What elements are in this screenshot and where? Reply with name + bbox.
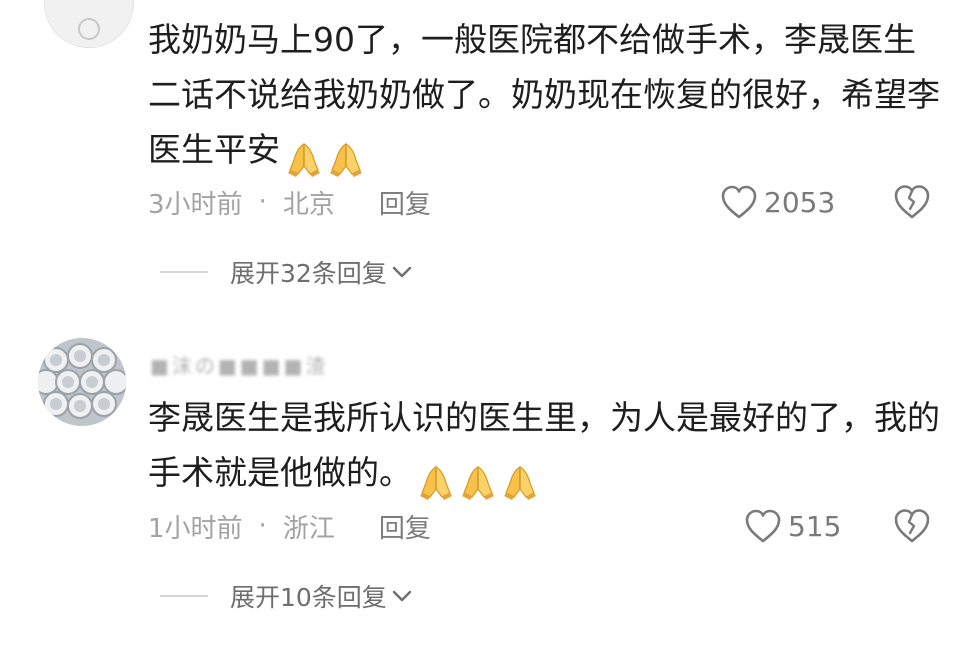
- divider-line: [160, 271, 208, 273]
- like-button[interactable]: 515: [744, 506, 841, 546]
- chevron-down-icon: [392, 590, 412, 602]
- comment-text: 李晟医生是我所认识的医生里，为人是最好的了，我的手术就是他做的。: [148, 390, 948, 506]
- like-count: 515: [788, 509, 842, 543]
- comment-text-content: 李晟医生是我所认识的医生里，为人是最好的了，我的手术就是他做的。: [148, 398, 940, 492]
- avatar-image: [38, 338, 126, 426]
- emoji-group: [284, 128, 368, 183]
- comment-location: 北京: [282, 189, 335, 220]
- reply-button[interactable]: 回复: [379, 184, 431, 221]
- broken-heart-icon: [894, 185, 930, 219]
- comment-item: ■沫の■■■■渣 李晟医生是我所认识的医生里，为人是最好的了，我的手术就是他做的…: [0, 320, 974, 647]
- like-count: 2053: [764, 185, 836, 219]
- dislike-button[interactable]: [892, 506, 932, 546]
- expand-replies-button[interactable]: 展开10条回复: [160, 576, 413, 616]
- meta-separator: ·: [258, 187, 267, 217]
- comment-location: 浙江: [282, 513, 335, 544]
- expand-replies-label: 展开10条回复: [230, 583, 387, 612]
- comment-time: 1小时前: [148, 513, 243, 544]
- folded-hands-icon: [458, 461, 498, 501]
- folded-hands-icon: [326, 138, 366, 178]
- avatar[interactable]: [38, 338, 126, 426]
- avatar-image: [45, 0, 133, 47]
- comment-text: 我奶奶马上90了，一般医院都不给做手术，李晟医生二话不说给我奶奶做了。奶奶现在恢…: [148, 12, 948, 183]
- folded-hands-icon: [500, 461, 540, 501]
- comment-item: 我奶奶马上90了，一般医院都不给做手术，李晟医生二话不说给我奶奶做了。奶奶现在恢…: [0, 0, 974, 320]
- folded-hands-icon: [416, 461, 456, 501]
- expand-replies-label: 展开32条回复: [230, 259, 387, 288]
- meta-separator: ·: [258, 511, 267, 541]
- comment-time: 3小时前: [148, 189, 243, 220]
- username[interactable]: ■沫の■■■■渣: [150, 350, 328, 379]
- heart-outline-icon: [745, 509, 781, 543]
- divider-line: [160, 595, 208, 597]
- avatar[interactable]: [44, 0, 134, 48]
- folded-hands-icon: [284, 138, 324, 178]
- comment-meta: 3小时前 · 北京 回复: [148, 182, 431, 222]
- dislike-button[interactable]: [892, 182, 932, 222]
- broken-heart-icon: [894, 509, 930, 543]
- expand-replies-button[interactable]: 展开32条回复: [160, 252, 413, 292]
- comment-meta: 1小时前 · 浙江 回复: [148, 506, 431, 546]
- comment-text-content: 我奶奶马上90了，一般医院都不给做手术，李晟医生二话不说给我奶奶做了。奶奶现在恢…: [148, 20, 940, 169]
- like-button[interactable]: 2053: [720, 182, 835, 222]
- reply-button[interactable]: 回复: [379, 508, 431, 545]
- chevron-down-icon: [392, 266, 412, 278]
- emoji-group: [416, 451, 542, 506]
- heart-outline-icon: [721, 185, 757, 219]
